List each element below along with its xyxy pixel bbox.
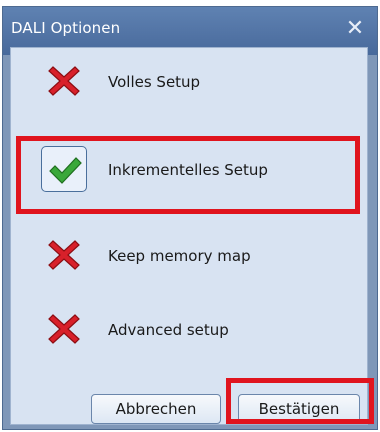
highlight-box-option bbox=[16, 136, 360, 214]
close-icon[interactable]: ✕ bbox=[341, 13, 369, 45]
option-label: Advanced setup bbox=[108, 321, 229, 339]
highlight-box-confirm bbox=[226, 378, 374, 424]
cancel-button[interactable]: Abbrechen bbox=[91, 394, 221, 424]
options-panel: Volles Setup Inkrementelles Setup Keep m… bbox=[10, 47, 368, 425]
red-x-icon bbox=[41, 232, 87, 278]
red-x-icon bbox=[41, 306, 87, 352]
red-x-icon bbox=[41, 58, 87, 104]
option-label: Keep memory map bbox=[108, 247, 251, 265]
option-volles-setup[interactable]: Volles Setup bbox=[33, 54, 343, 112]
option-keep-memory-map[interactable]: Keep memory map bbox=[33, 228, 343, 286]
window-title: DALI Optionen bbox=[11, 19, 121, 37]
option-advanced-setup[interactable]: Advanced setup bbox=[33, 302, 343, 360]
option-label: Volles Setup bbox=[108, 73, 201, 91]
dali-options-dialog: DALI Optionen ✕ Volles Setup Inkrementel… bbox=[2, 6, 378, 430]
